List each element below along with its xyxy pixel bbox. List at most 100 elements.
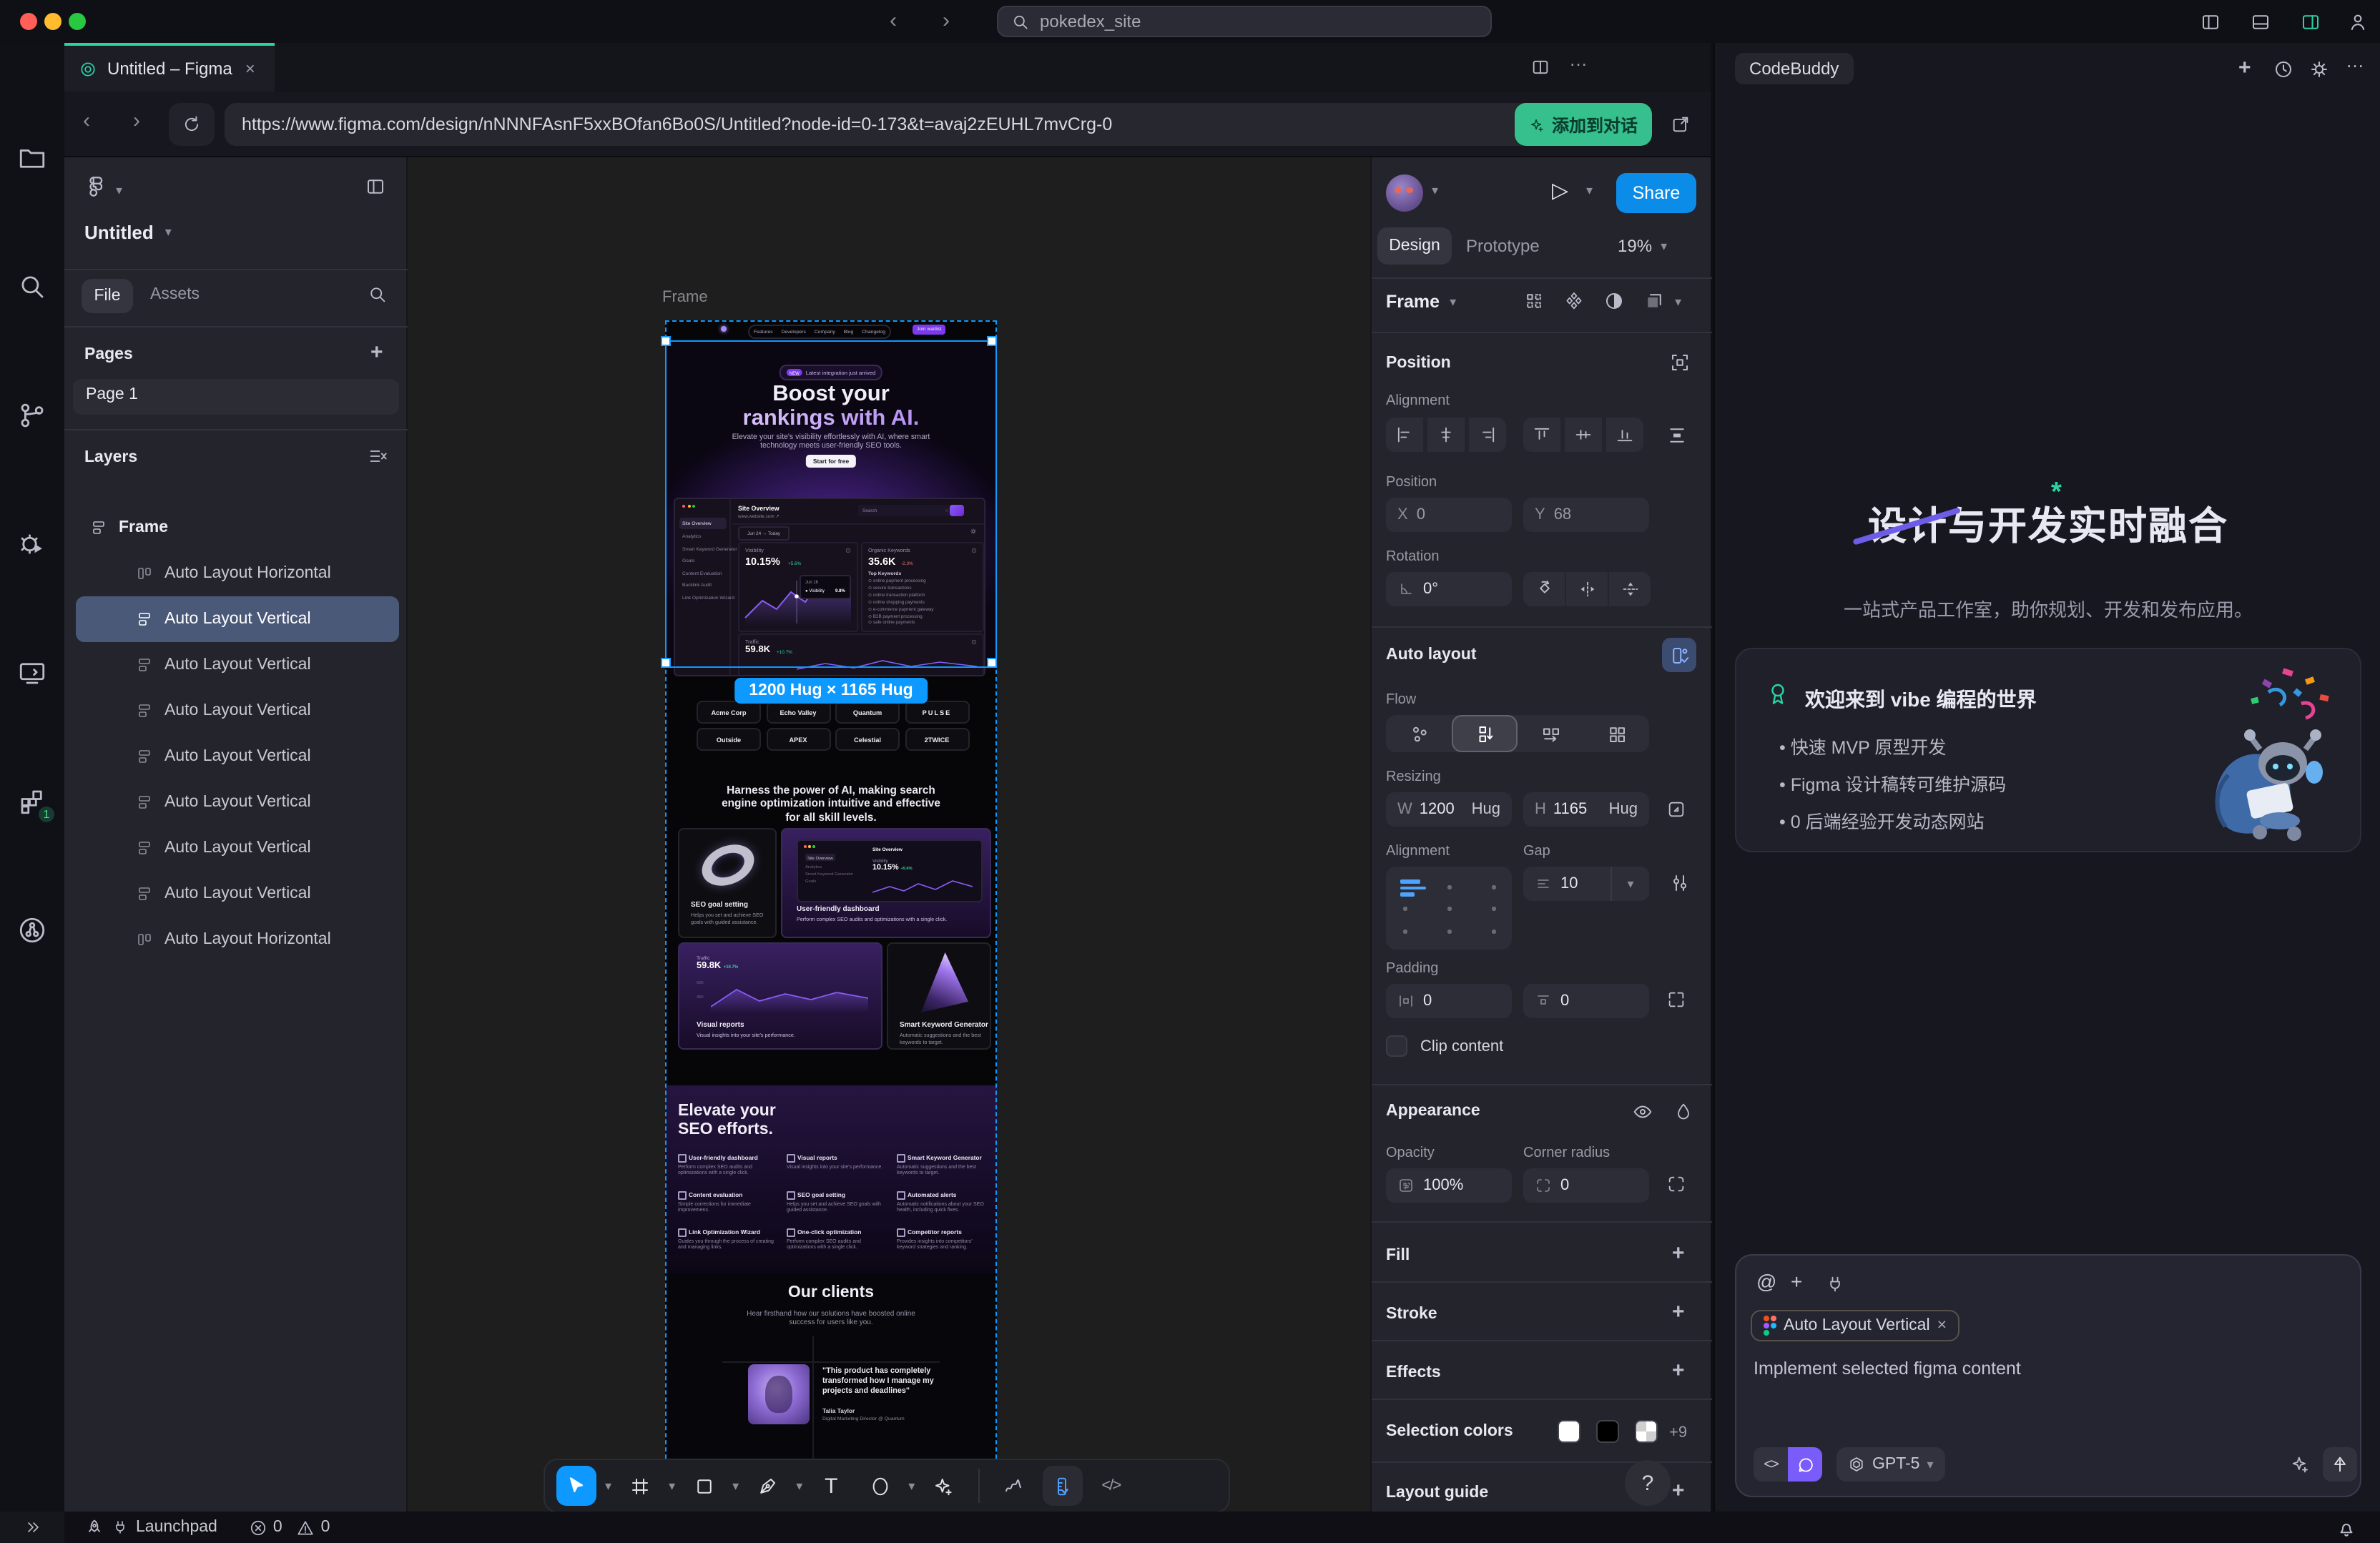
selection-color-transparent[interactable]: [1635, 1420, 1658, 1443]
tab-assets[interactable]: Assets: [150, 286, 200, 303]
tab-close-icon[interactable]: ×: [245, 59, 255, 79]
height-mode[interactable]: Hug: [1609, 801, 1638, 818]
widget-icon[interactable]: [1563, 290, 1585, 312]
file-name-chevron-icon[interactable]: ▾: [165, 225, 172, 240]
context-tag-auto-layout-vertical[interactable]: Auto Layout Vertical ×: [1751, 1310, 1959, 1341]
advanced-layout-icon[interactable]: [1669, 872, 1691, 894]
frame-focus-icon[interactable]: [1669, 352, 1691, 373]
flow-vertical-button-selected[interactable]: [1452, 715, 1518, 752]
align-right-button[interactable]: [1469, 418, 1506, 452]
frame-tool-chevron-icon[interactable]: ▾: [669, 1478, 675, 1494]
figma-logo-icon[interactable]: [84, 174, 109, 199]
auto-layout-active-toggle[interactable]: [1662, 638, 1696, 672]
present-chevron-icon[interactable]: ▾: [1586, 183, 1593, 199]
tab-prototype[interactable]: Prototype: [1466, 236, 1540, 256]
share-button[interactable]: Share: [1616, 173, 1696, 213]
remote-window-icon[interactable]: [17, 658, 47, 688]
x-position-input[interactable]: X0: [1386, 498, 1512, 532]
frame-tool-button[interactable]: [620, 1466, 660, 1506]
enhance-prompt-icon[interactable]: [2283, 1447, 2317, 1482]
move-tool-button[interactable]: [556, 1466, 596, 1506]
avatar-chevron-icon[interactable]: ▾: [1432, 183, 1438, 199]
project-search-input[interactable]: pokedex_site: [997, 6, 1492, 37]
flip-horizontal-button[interactable]: [1566, 572, 1608, 606]
toggle-right-panel-icon[interactable]: [2300, 11, 2321, 33]
width-input[interactable]: W1200 Hug: [1386, 792, 1512, 827]
account-icon[interactable]: [2347, 11, 2369, 33]
tab-file[interactable]: File: [82, 279, 133, 313]
selection-handle[interactable]: [986, 658, 996, 668]
page-item-page1[interactable]: Page 1: [73, 379, 399, 415]
collapse-panel-button[interactable]: [0, 1512, 64, 1543]
layer-frame-root[interactable]: Frame: [90, 505, 399, 551]
resizing-options-icon[interactable]: [1666, 799, 1686, 819]
selection-handle[interactable]: [986, 335, 996, 345]
tab-design[interactable]: Design: [1377, 227, 1452, 265]
history-back-button[interactable]: ‹: [890, 9, 897, 33]
warnings-indicator[interactable]: 0: [297, 1518, 330, 1537]
browser-forward-button[interactable]: ›: [133, 109, 140, 133]
source-control-icon[interactable]: [17, 400, 47, 430]
split-editor-icon[interactable]: [1530, 57, 1550, 77]
align-left-button[interactable]: [1386, 418, 1423, 452]
errors-indicator[interactable]: 0: [249, 1518, 282, 1537]
layer-auto-layout-vertical-7[interactable]: Auto Layout Vertical: [136, 871, 399, 917]
align-h-center-button[interactable]: [1427, 418, 1465, 452]
shape-tool-button[interactable]: [684, 1466, 724, 1506]
add-effect-icon[interactable]: +: [1672, 1359, 1685, 1383]
collapse-layers-icon[interactable]: [368, 446, 388, 466]
open-external-button[interactable]: [1659, 103, 1702, 146]
debug-icon[interactable]: [17, 529, 47, 559]
visibility-eye-icon[interactable]: [1632, 1101, 1653, 1123]
editor-more-icon[interactable]: …: [1569, 49, 1588, 70]
history-forward-button[interactable]: ›: [943, 9, 950, 33]
component-icon[interactable]: [1523, 290, 1545, 312]
layer-auto-layout-vertical-6[interactable]: Auto Layout Vertical: [136, 825, 399, 871]
horizontal-padding-input[interactable]: 0: [1386, 984, 1512, 1018]
vertical-padding-input[interactable]: 0: [1523, 984, 1649, 1018]
layer-auto-layout-vertical-2[interactable]: Auto Layout Vertical: [136, 642, 399, 688]
canvas-frame-name[interactable]: Frame: [662, 289, 708, 306]
panel-more-icon[interactable]: …: [2346, 50, 2364, 72]
more-selection-colors[interactable]: +9: [1669, 1424, 1687, 1441]
text-tool-button[interactable]: T: [811, 1466, 851, 1506]
present-play-icon[interactable]: ▷: [1552, 177, 1568, 203]
pen-tool-chevron-icon[interactable]: ▾: [796, 1478, 802, 1494]
url-input[interactable]: https://www.figma.com/design/nNNNFAsnF5x…: [225, 103, 1563, 146]
individual-corners-icon[interactable]: [1666, 1174, 1686, 1194]
pen-tool-button[interactable]: [747, 1466, 787, 1506]
explorer-icon[interactable]: [17, 143, 47, 173]
figma-menu-chevron-icon[interactable]: ▾: [116, 183, 122, 199]
model-selector[interactable]: GPT-5 ▾: [1836, 1447, 1945, 1482]
ellipse-tool-button[interactable]: [860, 1466, 900, 1506]
instance-icon[interactable]: [1643, 290, 1665, 312]
help-button[interactable]: ?: [1625, 1460, 1671, 1506]
flow-grid-button[interactable]: [1583, 715, 1649, 752]
chat-history-icon[interactable]: [2273, 59, 2294, 80]
mask-icon[interactable]: [1603, 290, 1625, 312]
layer-auto-layout-horizontal-2[interactable]: Auto Layout Horizontal: [136, 917, 399, 962]
browser-reload-button[interactable]: [169, 103, 215, 146]
mention-icon[interactable]: @: [1756, 1270, 1776, 1293]
send-button[interactable]: [2323, 1447, 2357, 1482]
align-v-center-button[interactable]: [1565, 418, 1602, 452]
share-network-icon[interactable]: [17, 915, 47, 945]
figma-canvas[interactable]: Frame Features Developers Company Blog C…: [408, 157, 1370, 1512]
draw-tool-button[interactable]: [993, 1466, 1033, 1506]
layer-auto-layout-vertical-3[interactable]: Auto Layout Vertical: [136, 688, 399, 734]
new-chat-icon[interactable]: +: [2238, 56, 2251, 80]
attach-plus-icon[interactable]: +: [1791, 1270, 1802, 1293]
collapse-sidebar-icon[interactable]: [365, 176, 386, 197]
chat-input-box[interactable]: @ + Auto Layout Vertical × Implement sel…: [1735, 1254, 2361, 1497]
user-avatar[interactable]: [1386, 174, 1423, 212]
layer-auto-layout-vertical-4[interactable]: Auto Layout Vertical: [136, 734, 399, 779]
flow-horizontal-button[interactable]: [1518, 715, 1583, 752]
toggle-left-panel-icon[interactable]: [2200, 11, 2221, 33]
gap-input[interactable]: 10 ▾: [1523, 867, 1649, 901]
tab-untitled-figma[interactable]: Untitled – Figma ×: [64, 43, 275, 92]
blend-mode-icon[interactable]: [1673, 1101, 1693, 1121]
mcp-plug-icon[interactable]: [1825, 1274, 1845, 1294]
layer-auto-layout-vertical-5[interactable]: Auto Layout Vertical: [136, 779, 399, 825]
selection-color-black[interactable]: [1596, 1420, 1619, 1443]
zoom-control[interactable]: 19% ▾: [1618, 236, 1667, 256]
